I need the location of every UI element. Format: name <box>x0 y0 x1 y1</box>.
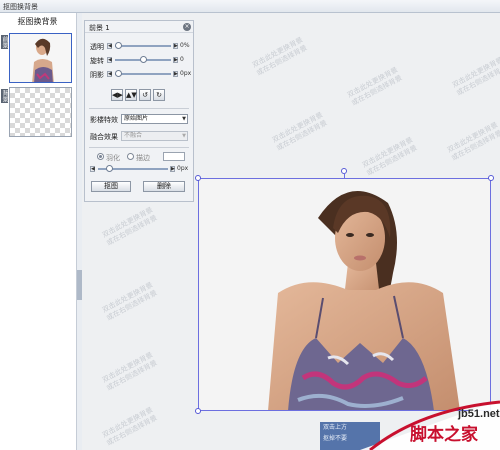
window-title: 抠图换背景 <box>3 3 38 11</box>
divider <box>89 108 189 109</box>
edge-mode-row: 羽化 描边 <box>85 152 193 162</box>
blend-effect-select[interactable]: 不融合 ▼ <box>121 131 188 141</box>
rotate-handle-stem <box>344 173 345 179</box>
close-icon[interactable]: × <box>183 23 191 31</box>
opacity-decrease-button[interactable]: ◀ <box>107 43 112 49</box>
canvas-watermark: 双击此处更换背景 或在右侧选择背景 <box>101 350 159 393</box>
opacity-slider-row: 透明 ◀ ▶ 0% <box>85 41 193 51</box>
feather-slider-knob[interactable] <box>105 165 113 172</box>
image-effect-value: 原始图片 <box>124 115 149 122</box>
layer-tag-foreground: 前景 <box>1 35 8 49</box>
feather-increase-button[interactable]: ▶ <box>170 166 175 172</box>
image-effect-select[interactable]: 原始图片 ▼ <box>121 114 188 124</box>
delete-button[interactable]: 删除 <box>143 181 185 192</box>
opacity-label: 透明 <box>90 43 104 51</box>
rotation-value: 0 <box>180 56 184 63</box>
canvas-watermark: 双击此处更换背景 或在右侧选择背景 <box>101 280 159 323</box>
logo-domain: jb51.net <box>458 408 500 420</box>
flip-vertical-icon[interactable]: ▲▼ <box>125 89 137 101</box>
feather-radio[interactable] <box>97 153 104 160</box>
canvas-watermark: 双击此处更换背景 或在右侧选择背景 <box>451 55 500 98</box>
rotation-slider-knob[interactable] <box>140 56 147 63</box>
opacity-increase-button[interactable]: ▶ <box>173 43 178 49</box>
image-effect-label: 影楼特效 <box>90 116 118 124</box>
rotation-decrease-button[interactable]: ◀ <box>107 57 112 63</box>
window-title-bar: 抠图换背景 <box>0 0 500 13</box>
blend-effect-row: 融合效果 不融合 ▼ <box>85 131 193 141</box>
opacity-slider-knob[interactable] <box>114 42 122 49</box>
foreground-tool-panel: 前景 1 × 透明 ◀ ▶ 0% 旋转 ◀ ▶ 0 阴影 ◀ ▶ 0px ◀▶ … <box>84 20 194 202</box>
divider <box>89 147 189 148</box>
logo-name: 脚本之家 <box>410 425 478 445</box>
shadow-increase-button[interactable]: ▶ <box>173 71 178 77</box>
canvas-watermark: 双击此处更换背景 或在右侧选择背景 <box>101 405 159 448</box>
shadow-slider-track[interactable] <box>115 73 171 75</box>
flip-horizontal-icon[interactable]: ◀▶ <box>111 89 123 101</box>
feather-slider-row: ◀ ▶ 0px <box>85 164 193 174</box>
stroke-radio[interactable] <box>127 153 134 160</box>
resize-handle-bottom-left[interactable] <box>195 408 201 414</box>
canvas-watermark: 双击此处更换背景 或在右侧选择背景 <box>446 120 500 163</box>
rotation-increase-button[interactable]: ▶ <box>173 57 178 63</box>
rotate-right-icon[interactable]: ↻ <box>153 89 165 101</box>
canvas-watermark: 双击此处更换背景 或在右侧选择背景 <box>101 205 159 248</box>
rotation-slider-row: 旋转 ◀ ▶ 0 <box>85 55 193 65</box>
feather-label: 羽化 <box>106 154 120 162</box>
rotate-left-icon[interactable]: ↺ <box>139 89 151 101</box>
canvas-watermark: 双击此处更换背景 或在右侧选择背景 <box>251 35 309 78</box>
canvas-watermark: 双击此处更换背景 或在右侧选择背景 <box>346 65 404 108</box>
tool-panel-header: 前景 1 × <box>85 21 193 33</box>
stroke-label: 描边 <box>136 154 150 162</box>
canvas-watermark: 双击此处更换背景 或在右侧选择背景 <box>361 135 419 178</box>
layers-panel-title: 抠图换背景 <box>17 17 58 26</box>
layer-thumb-background[interactable] <box>9 87 72 137</box>
shadow-label: 阴影 <box>90 71 104 79</box>
resize-handle-top-right[interactable] <box>488 175 494 181</box>
tool-panel-title: 前景 1 <box>89 24 110 32</box>
chevron-down-icon: ▼ <box>182 133 186 139</box>
feather-decrease-button[interactable]: ◀ <box>90 166 95 172</box>
site-logo: jb51.net 脚本之家 <box>360 390 500 450</box>
blend-effect-label: 融合效果 <box>90 133 118 141</box>
cutout-button[interactable]: 抠图 <box>91 181 131 192</box>
selection-frame[interactable] <box>198 178 491 411</box>
opacity-slider-track[interactable] <box>115 45 171 47</box>
foreground-thumbnail-image <box>10 34 71 82</box>
shadow-value: 0px <box>180 70 192 77</box>
resize-handle-top-left[interactable] <box>195 175 201 181</box>
layers-panel: 抠图换背景 前景 背景 <box>0 13 80 450</box>
rotation-label: 旋转 <box>90 57 104 65</box>
shadow-decrease-button[interactable]: ◀ <box>107 71 112 77</box>
stroke-color-swatch[interactable] <box>163 152 185 161</box>
layer-tag-background: 背景 <box>1 89 8 103</box>
shadow-slider-row: 阴影 ◀ ▶ 0px <box>85 69 193 79</box>
feather-value: 0px <box>177 165 189 172</box>
image-effect-row: 影楼特效 原始图片 ▼ <box>85 114 193 124</box>
layer-thumb-foreground[interactable] <box>9 33 72 83</box>
blend-effect-value: 不融合 <box>124 132 143 139</box>
chevron-down-icon: ▼ <box>182 116 186 122</box>
shadow-slider-knob[interactable] <box>114 70 122 77</box>
action-buttons-row: 抠图 删除 <box>85 181 193 192</box>
canvas-watermark: 双击此处更换背景 或在右侧选择背景 <box>271 110 329 153</box>
opacity-value: 0% <box>180 42 190 49</box>
